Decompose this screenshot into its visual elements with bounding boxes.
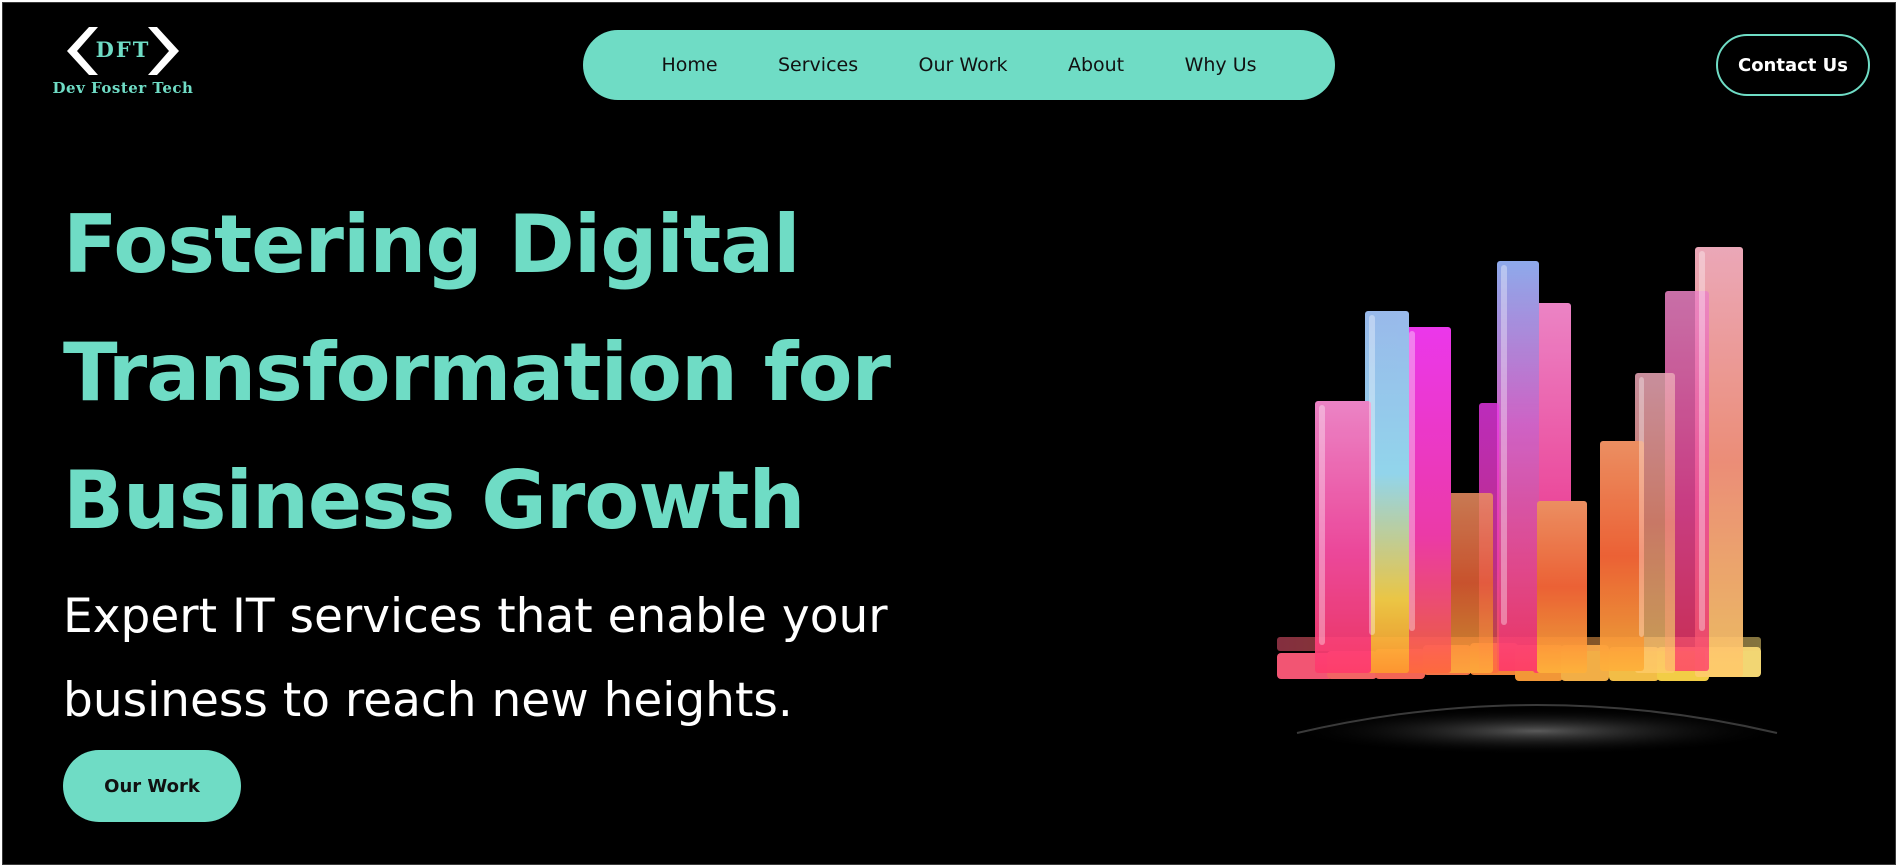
hero-title: Fostering Digital Transformation for Bus…	[63, 198, 891, 547]
nav-item-services[interactable]: Services	[778, 54, 858, 76]
logo-code: DFT	[95, 37, 151, 62]
nav-item-our-work[interactable]: Our Work	[919, 54, 1008, 76]
main-nav: Home Services Our Work About Why Us	[583, 30, 1335, 100]
nav-item-about[interactable]: About	[1068, 54, 1124, 76]
nav-item-why-us[interactable]: Why Us	[1185, 54, 1257, 76]
contact-us-button[interactable]: Contact Us	[1716, 34, 1870, 96]
nav-item-home[interactable]: Home	[661, 54, 717, 76]
page: DFT Dev Foster Tech Home Services Our Wo…	[2, 2, 1896, 865]
glass-bar-chart-illustration	[1277, 247, 1787, 753]
our-work-button[interactable]: Our Work	[63, 750, 241, 822]
logo-name: Dev Foster Tech	[52, 79, 194, 97]
hero-subtitle: Expert IT services that enable your busi…	[63, 589, 888, 728]
logo[interactable]: DFT Dev Foster Tech	[43, 25, 203, 103]
